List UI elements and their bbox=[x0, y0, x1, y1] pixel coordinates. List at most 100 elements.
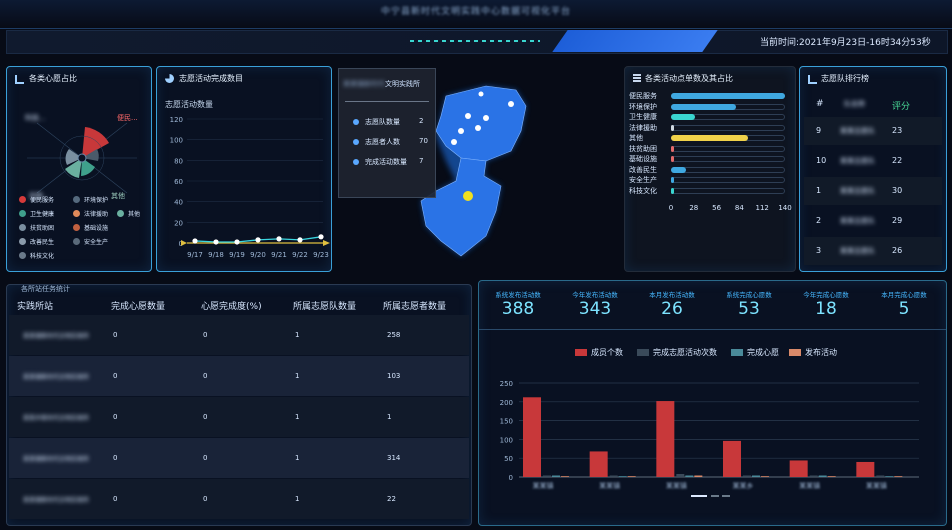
bar[interactable] bbox=[552, 475, 560, 478]
bar[interactable] bbox=[685, 475, 694, 477]
cell-done: 0 bbox=[113, 413, 118, 421]
info-dot bbox=[353, 119, 359, 125]
hbar-track bbox=[671, 166, 785, 173]
rank-name: 某某志愿队 bbox=[840, 127, 875, 135]
stats-divider bbox=[479, 329, 946, 330]
rank-row[interactable]: 2 某某志愿队 29 bbox=[804, 207, 942, 235]
map-point[interactable] bbox=[465, 113, 471, 119]
bar[interactable] bbox=[561, 476, 569, 477]
bar[interactable] bbox=[856, 461, 875, 477]
map-point[interactable] bbox=[483, 115, 489, 121]
hbar-bar[interactable] bbox=[671, 166, 686, 173]
hbar-track bbox=[671, 145, 785, 152]
stat-card: 今年发布活动数 343 bbox=[560, 289, 630, 319]
stat-label: 系统完成心愿数 bbox=[726, 291, 772, 299]
x-tick-label: 9/20 bbox=[250, 251, 266, 259]
cell-rate: 0 bbox=[203, 495, 208, 503]
map-point[interactable] bbox=[451, 139, 457, 145]
hbar-bar[interactable] bbox=[671, 156, 674, 162]
rank-index: 2 bbox=[816, 216, 822, 225]
stat-value: 5 bbox=[898, 299, 910, 319]
hbar-bar[interactable] bbox=[671, 187, 674, 194]
table-row[interactable]: 某某镇新时代文明实践所 0 0 1 314 bbox=[9, 438, 469, 478]
rank-row[interactable]: 9 某某志愿队 23 bbox=[804, 117, 942, 145]
bar[interactable] bbox=[894, 476, 903, 477]
map-point[interactable] bbox=[475, 125, 481, 131]
stat-card: 本月完成心愿数 5 bbox=[869, 289, 939, 319]
legend-label: 卫生健康 bbox=[30, 211, 55, 218]
table-row[interactable]: 某某镇新时代文明实践所 0 0 1 258 bbox=[9, 315, 469, 355]
bar[interactable] bbox=[656, 401, 675, 477]
bar[interactable] bbox=[618, 476, 627, 477]
rank-row[interactable]: 1 某某志愿队 30 bbox=[804, 177, 942, 205]
axis-arrow-left bbox=[181, 240, 187, 246]
info-dot bbox=[353, 159, 359, 165]
hbar-track bbox=[671, 187, 785, 194]
bar[interactable] bbox=[589, 451, 608, 477]
hbar-bar[interactable] bbox=[671, 114, 696, 120]
table-row[interactable]: 某某镇新时代文明实践所 0 0 1 22 bbox=[9, 479, 469, 519]
header-bar: 中宁县新时代文明实践中心数据可视化平台 bbox=[0, 0, 952, 29]
y-tick-label: 120 bbox=[170, 116, 183, 124]
map-point[interactable] bbox=[478, 91, 484, 97]
legend-label: 完成心愿 bbox=[747, 348, 779, 357]
bar[interactable] bbox=[809, 475, 818, 478]
station-stats-title: 各所站任务统计 bbox=[21, 285, 70, 293]
legend-dot bbox=[19, 224, 26, 231]
bar[interactable] bbox=[743, 475, 751, 478]
table-row[interactable]: 某某乡新时代文明实践所 0 0 1 1 bbox=[9, 397, 469, 437]
bar[interactable] bbox=[723, 440, 741, 477]
rank-row[interactable]: 3 某某志愿队 26 bbox=[804, 237, 942, 265]
bar[interactable] bbox=[885, 476, 894, 477]
hbar-chart: 便民服务 环境保护 卫生健康 法律援助 其他 扶贫助困 基础设施 改善民生 安全生产 科技文化 0 2… bbox=[625, 91, 795, 271]
rank-head-score: 评分 bbox=[892, 102, 911, 112]
bar[interactable] bbox=[761, 476, 769, 477]
hbar-bar[interactable] bbox=[671, 93, 785, 99]
bar[interactable] bbox=[609, 475, 618, 478]
rank-index: 10 bbox=[816, 156, 827, 165]
region-map bbox=[420, 85, 527, 257]
bar[interactable] bbox=[523, 397, 541, 477]
bar[interactable] bbox=[543, 475, 551, 478]
rank-row[interactable]: 10 某某志愿队 22 bbox=[804, 147, 942, 175]
hbar-x-tick-label: 84 bbox=[734, 204, 744, 212]
legend-swatch bbox=[637, 349, 649, 356]
bar[interactable] bbox=[627, 476, 636, 477]
bar[interactable] bbox=[876, 475, 885, 478]
bar[interactable] bbox=[676, 473, 685, 477]
map-point-selected[interactable] bbox=[463, 191, 473, 201]
bar[interactable] bbox=[827, 476, 836, 477]
hbar-bar[interactable] bbox=[671, 177, 674, 183]
scroll-indicator[interactable] bbox=[691, 495, 731, 497]
scroll-dot-active bbox=[691, 495, 707, 497]
cell-rate: 0 bbox=[203, 413, 208, 421]
cell-volunteers: 314 bbox=[387, 454, 401, 462]
bar[interactable] bbox=[752, 475, 760, 478]
x-tick-label: 9/19 bbox=[229, 251, 245, 259]
hbar-bar[interactable] bbox=[671, 135, 749, 141]
time-label: 当前时间: bbox=[760, 38, 800, 48]
bar[interactable] bbox=[694, 475, 703, 478]
bar[interactable] bbox=[818, 475, 827, 478]
hbar-bar[interactable] bbox=[671, 145, 674, 152]
legend-label: 便民服务 bbox=[30, 197, 55, 204]
x-tick-label: 9/18 bbox=[208, 251, 224, 259]
bar[interactable] bbox=[789, 460, 808, 477]
rank-score: 29 bbox=[892, 216, 903, 225]
map-point[interactable] bbox=[458, 128, 464, 134]
table-row[interactable]: 某某镇新时代文明实践所 0 0 1 103 bbox=[9, 356, 469, 396]
hbar-bar[interactable] bbox=[671, 124, 674, 131]
volunteer-done-subtitle: 志愿活动数量 bbox=[165, 100, 213, 109]
x-tick-label: 某某镇 bbox=[533, 481, 554, 490]
ring-label-qita: 其他 bbox=[111, 192, 125, 200]
grouped-bar-chart: 0 50 100 150 200 250 某某镇 某某镇 某某镇 某某乡 某某镇 某某镇 bbox=[500, 380, 919, 490]
rank-score: 30 bbox=[892, 186, 903, 195]
map-point[interactable] bbox=[508, 101, 514, 107]
cell-station: 某某镇新时代文明实践所 bbox=[23, 374, 90, 381]
y-tick-label: 80 bbox=[174, 157, 183, 165]
legend-dot bbox=[19, 238, 26, 245]
hbar-bar[interactable] bbox=[671, 103, 737, 110]
legend-label: 其他 bbox=[128, 211, 141, 218]
stat-value: 343 bbox=[578, 299, 612, 319]
map-info-title: 某某镇新时代文明实践所 bbox=[343, 79, 420, 89]
